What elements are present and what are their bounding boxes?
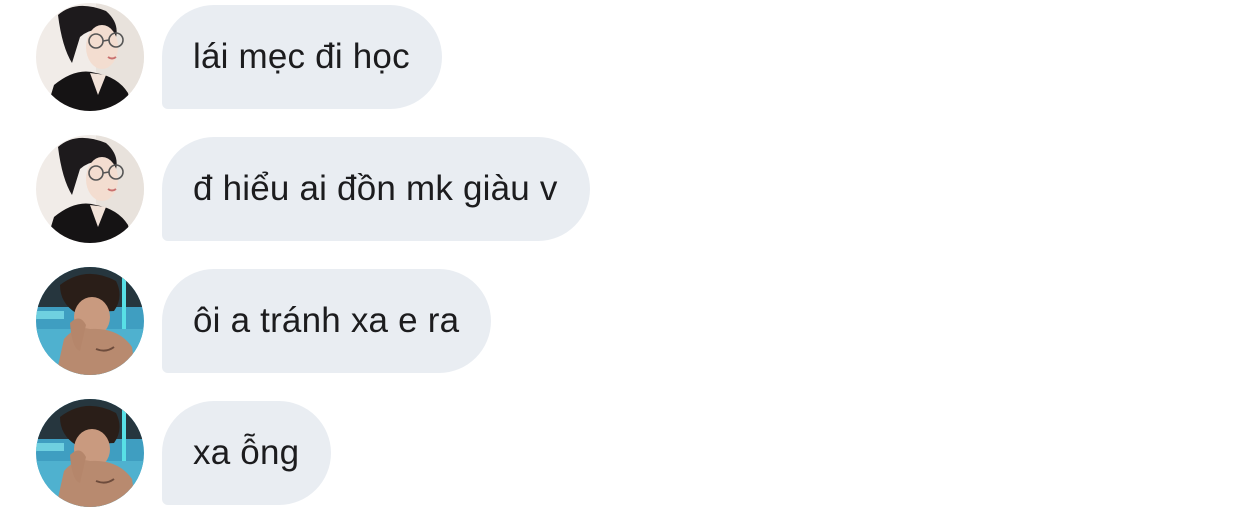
message-bubble[interactable]: xa ỗng: [162, 401, 332, 505]
message-row: ôi a tránh xa e ra: [36, 267, 492, 375]
message-row: lái mẹc đi học: [36, 3, 442, 111]
avatar[interactable]: [36, 3, 144, 111]
message-row: đ hiểu ai đồn mk giàu v: [36, 135, 590, 243]
chat-thread: lái mẹc đi học đ hiểu ai đồn mk giàu v ô…: [0, 0, 1242, 524]
message-text: xa ỗng: [193, 433, 300, 472]
message-text: lái mẹc đi học: [193, 37, 410, 76]
avatar-image: [36, 135, 144, 243]
message-text: đ hiểu ai đồn mk giàu v: [193, 169, 558, 208]
avatar-image: [36, 3, 144, 111]
message-bubble[interactable]: lái mẹc đi học: [162, 5, 442, 109]
message-bubble[interactable]: đ hiểu ai đồn mk giàu v: [162, 137, 590, 241]
message-bubble[interactable]: ôi a tránh xa e ra: [162, 269, 492, 373]
avatar-image: [36, 399, 144, 507]
avatar[interactable]: [36, 135, 144, 243]
avatar-image: [36, 267, 144, 375]
message-text: ôi a tránh xa e ra: [193, 301, 460, 340]
avatar[interactable]: [36, 399, 144, 507]
message-row: xa ỗng: [36, 399, 332, 507]
avatar[interactable]: [36, 267, 144, 375]
